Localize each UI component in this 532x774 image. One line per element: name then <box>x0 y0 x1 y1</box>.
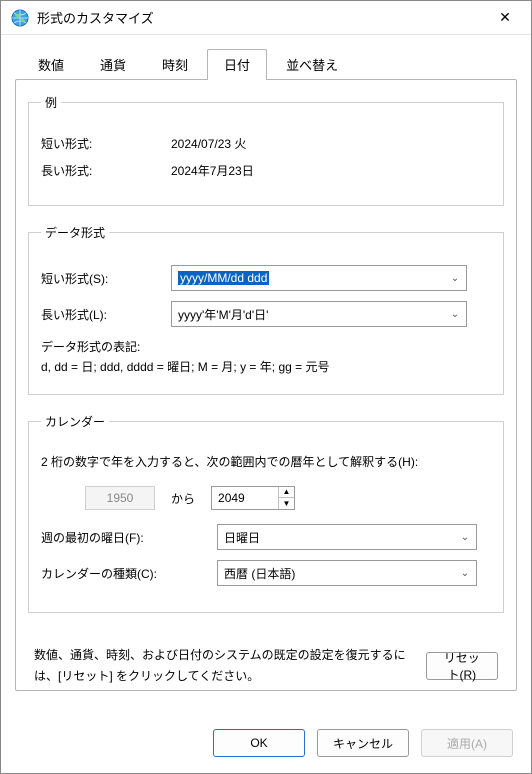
close-button[interactable]: ✕ <box>485 4 525 32</box>
reset-button[interactable]: リセット(R) <box>426 652 498 680</box>
tab-currency[interactable]: 通貨 <box>83 49 143 80</box>
notation-body: d, dd = 日; ddd, dddd = 曜日; M = 月; y = 年;… <box>41 357 491 377</box>
window: 形式のカスタマイズ ✕ 数値 通貨 時刻 日付 並べ替え 例 短い形式: 202… <box>0 0 532 774</box>
year-to-input[interactable]: 2049 ▲ ▼ <box>211 486 295 510</box>
example-long-label: 長い形式: <box>41 162 171 179</box>
caltype-label: カレンダーの種類(C): <box>41 565 217 582</box>
group-calendar-legend: カレンダー <box>41 413 109 430</box>
window-title: 形式のカスタマイズ <box>37 8 485 27</box>
example-short-value: 2024/07/23 火 <box>171 135 491 152</box>
group-dataformat-legend: データ形式 <box>41 224 109 241</box>
calendar-note: 2 桁の数字で年を入力すると、次の範囲内での暦年として解釈する(H): <box>41 452 491 472</box>
example-long-value: 2024年7月23日 <box>171 162 491 179</box>
restore-note: 数値、通貨、時刻、および日付のシステムの既定の設定を復元するには、[リセット] … <box>34 645 426 686</box>
titlebar: 形式のカスタマイズ ✕ <box>1 1 531 35</box>
group-dataformat: データ形式 短い形式(S): yyyy/MM/dd ddd ⌄ 長い形式(L):… <box>28 224 504 395</box>
long-format-combo[interactable]: yyyy'年'M'月'd'日' ⌄ <box>171 301 467 327</box>
group-example-legend: 例 <box>41 94 61 111</box>
firstday-value: 日曜日 <box>218 529 458 546</box>
chevron-down-icon: ⌄ <box>458 568 476 579</box>
long-format-value: yyyy'年'M'月'd'日' <box>172 306 448 323</box>
group-calendar: カレンダー 2 桁の数字で年を入力すると、次の範囲内での暦年として解釈する(H)… <box>28 413 504 613</box>
short-format-label: 短い形式(S): <box>41 270 171 287</box>
short-format-value: yyyy/MM/dd ddd <box>178 271 269 285</box>
spinner-up-icon[interactable]: ▲ <box>279 487 294 498</box>
tab-date[interactable]: 日付 <box>207 49 267 80</box>
caltype-combo[interactable]: 西暦 (日本語) ⌄ <box>217 560 477 586</box>
short-format-text: yyyy/MM/dd ddd <box>172 271 448 285</box>
group-example: 例 短い形式: 2024/07/23 火 長い形式: 2024年7月23日 <box>28 94 504 206</box>
year-to-spinner: ▲ ▼ <box>278 487 294 509</box>
tab-number[interactable]: 数値 <box>21 49 81 80</box>
firstday-combo[interactable]: 日曜日 ⌄ <box>217 524 477 550</box>
spinner-down-icon[interactable]: ▼ <box>279 498 294 509</box>
button-bar: OK キャンセル 適用(A) <box>1 721 531 773</box>
footer-note: 数値、通貨、時刻、および日付のシステムの既定の設定を復元するには、[リセット] … <box>28 631 504 696</box>
short-format-combo[interactable]: yyyy/MM/dd ddd ⌄ <box>171 265 467 291</box>
ok-button[interactable]: OK <box>213 729 305 757</box>
chevron-down-icon: ⌄ <box>448 273 466 284</box>
firstday-label: 週の最初の曜日(F): <box>41 529 217 546</box>
globe-icon <box>11 9 29 27</box>
year-from-box: 1950 <box>85 486 155 510</box>
example-short-label: 短い形式: <box>41 135 171 152</box>
notation-header: データ形式の表記: <box>41 337 491 357</box>
year-from-text: 1950 <box>107 491 134 505</box>
content: 数値 通貨 時刻 日付 並べ替え 例 短い形式: 2024/07/23 火 長い… <box>1 35 531 721</box>
tab-sort[interactable]: 並べ替え <box>269 49 355 80</box>
apply-button: 適用(A) <box>421 729 513 757</box>
long-format-label: 長い形式(L): <box>41 306 171 323</box>
between-label: から <box>171 490 195 507</box>
chevron-down-icon: ⌄ <box>458 532 476 543</box>
tab-time[interactable]: 時刻 <box>145 49 205 80</box>
cancel-button[interactable]: キャンセル <box>317 729 409 757</box>
caltype-value: 西暦 (日本語) <box>218 565 458 582</box>
notation-block: データ形式の表記: d, dd = 日; ddd, dddd = 曜日; M =… <box>41 337 491 378</box>
year-to-text: 2049 <box>212 491 278 505</box>
tabpanel-date: 例 短い形式: 2024/07/23 火 長い形式: 2024年7月23日 デー… <box>15 79 517 691</box>
chevron-down-icon: ⌄ <box>448 309 466 320</box>
tabstrip: 数値 通貨 時刻 日付 並べ替え <box>15 49 517 80</box>
close-icon: ✕ <box>499 9 511 26</box>
